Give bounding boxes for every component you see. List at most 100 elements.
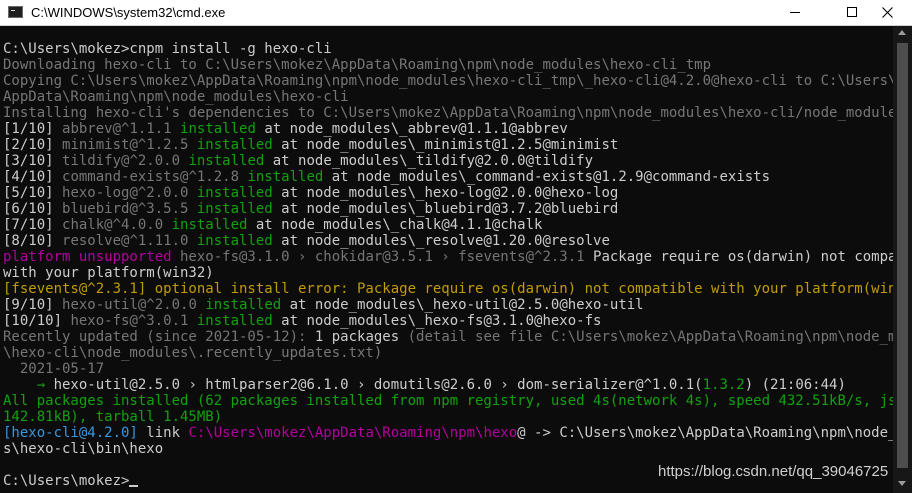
console-line: with your platform(win32): [3, 265, 893, 281]
console-text: chalk@^4.0.0: [62, 217, 172, 233]
console-text: [hexo-cli@4.2.0]: [3, 425, 138, 441]
console-text: \hexo-cli\node_modules\.recently_updates…: [3, 345, 383, 361]
console-text: minimist@^1.2.5: [62, 137, 197, 153]
console-text: installed: [196, 185, 273, 201]
console-text: at node_modules\_hexo-log@2.0.0@hexo-log: [272, 185, 619, 201]
console-text: abbrev@^1.1.1: [62, 121, 181, 137]
console-text: [fsevents@^2.3.1] optional install error…: [3, 281, 893, 297]
console-text: [3/10]: [3, 153, 63, 169]
close-button[interactable]: [866, 0, 912, 26]
console-line: platform unsupported hexo-fs@3.1.0 › cho…: [3, 249, 893, 265]
minimize-button[interactable]: [772, 0, 818, 26]
console-text: at node_modules\_hexo-fs@3.1.0@hexo-fs: [272, 313, 602, 329]
scroll-down-arrow-icon[interactable]: [898, 481, 906, 486]
console-text: installed: [196, 313, 273, 329]
console-text: 1 packages: [314, 329, 400, 345]
console-line: s\hexo-cli\bin\hexo: [3, 441, 893, 457]
console-lines: C:\Users\mokez>cnpm install -g hexo-cli D…: [3, 41, 893, 489]
console-line: [5/10] hexo-log@^2.0.0 installed at node…: [3, 185, 893, 201]
console-line: Downloading hexo-cli to C:\Users\mokez\A…: [3, 57, 893, 73]
console-text: AppData\Roaming\npm\node_modules\hexo-cl…: [3, 89, 349, 105]
console-text: at node_modules\_minimist@1.2.5@minimist: [272, 137, 619, 153]
console-text: installed: [196, 137, 273, 153]
console-text: installed: [188, 153, 265, 169]
window-title: C:\WINDOWS\system32\cmd.exe: [31, 5, 226, 20]
title-bar[interactable]: C:\WINDOWS\system32\cmd.exe: [0, 0, 912, 26]
console-text: hexo-log@^2.0.0: [62, 185, 197, 201]
console-text: [9/10]: [3, 297, 63, 313]
console-text: [10/10]: [3, 313, 71, 329]
console-line: \hexo-cli\node_modules\.recently_updates…: [3, 345, 893, 361]
console-text: Copying C:\Users\mokez\AppData\Roaming\n…: [3, 73, 893, 89]
console-text: Package require os(darwin) not compatibl…: [593, 249, 893, 265]
console-text: s\hexo-cli\bin\hexo: [3, 441, 164, 457]
console-line: [fsevents@^2.3.1] optional install error…: [3, 281, 893, 297]
console-line: → hexo-util@2.5.0 › htmlparser2@6.1.0 › …: [3, 377, 893, 393]
console-text: command-exists@^1.2.8: [62, 169, 248, 185]
console-text: [4/10]: [3, 169, 63, 185]
console-text: [2/10]: [3, 137, 63, 153]
console-text: platform unsupported: [3, 249, 172, 265]
scroll-thumb[interactable]: [897, 43, 908, 468]
console-text: at node_modules\_tildify@2.0.0@tildify: [264, 153, 594, 169]
console-text: hexo-util@2.5.0 › htmlparser2@6.1.0 › do…: [53, 377, 703, 393]
text-cursor: [129, 485, 139, 487]
console-text: installed: [180, 121, 256, 137]
console-text: at node_modules\_abbrev@1.1.1@abbrev: [255, 121, 568, 137]
console-text: C:\Users\mokez\AppData\Roaming\npm\hexo: [188, 425, 518, 441]
console-text: 1.3.2: [702, 377, 745, 393]
console-line: [7/10] chalk@^4.0.0 installed at node_mo…: [3, 217, 893, 233]
console-line: C:\Users\mokez>cnpm install -g hexo-cli: [3, 41, 893, 57]
console-text: [5/10]: [3, 185, 63, 201]
console-line: [6/10] bluebird@^3.5.5 installed at node…: [3, 201, 893, 217]
minimize-icon: [790, 12, 800, 13]
console-text: hexo-fs@^3.0.1: [70, 313, 197, 329]
console-text: installed: [247, 169, 324, 185]
console-text: C:\Users\mokez>cnpm install -g hexo-cli: [3, 41, 332, 57]
console-text: at node_modules\_command-exists@1.2.9@co…: [323, 169, 771, 185]
console-text: All packages installed (62 packages inst…: [3, 393, 893, 409]
console-text: at node_modules\_chalk@4.1.1@chalk: [247, 217, 543, 233]
console-text: [6/10]: [3, 201, 63, 217]
console-line: [hexo-cli@4.2.0] link C:\Users\mokez\App…: [3, 425, 893, 441]
console-text: installed: [196, 201, 273, 217]
console-text: (detail see file C:\Users\mokez\AppData\…: [399, 329, 893, 345]
console-text: resolve@^1.11.0: [62, 233, 197, 249]
console-line: [8/10] resolve@^1.11.0 installed at node…: [3, 233, 893, 249]
console-text: [8/10]: [3, 233, 63, 249]
console-text: Downloading hexo-cli to C:\Users\mokez\A…: [3, 57, 712, 73]
console-text: →: [36, 377, 54, 393]
console-line: 2021-05-17: [3, 361, 893, 377]
console-text: hexo-util@^2.0.0: [62, 297, 206, 313]
console-text: installed: [196, 233, 273, 249]
console-text: @ -> C:\Users\mokez\AppData\Roaming\npm\…: [517, 425, 893, 441]
console-line: [9/10] hexo-util@^2.0.0 installed at nod…: [3, 297, 893, 313]
console-text: 2021-05-17: [3, 361, 105, 377]
console-line: [2/10] minimist@^1.2.5 installed at node…: [3, 137, 893, 153]
close-icon: [882, 7, 893, 18]
console-text: [1/10]: [3, 121, 63, 137]
console-text: at node_modules\_bluebird@3.7.2@bluebird: [272, 201, 619, 217]
console-output[interactable]: C:\Users\mokez>cnpm install -g hexo-cli D…: [0, 26, 893, 493]
console-line: Installing hexo-cli's dependencies to C:…: [3, 105, 893, 121]
console-text: Recently updated (since 2021-05-12):: [3, 329, 315, 345]
console-text: 142.81kB), tarball 1.45MB): [3, 409, 223, 425]
console-text: bluebird@^3.5.5: [62, 201, 197, 217]
maximize-icon: [847, 7, 857, 17]
console-text: hexo-fs@3.1.0 › chokidar@3.5.1 › fsevent…: [171, 249, 585, 265]
console-line: AppData\Roaming\npm\node_modules\hexo-cl…: [3, 89, 893, 105]
console-line: [4/10] command-exists@^1.2.8 installed a…: [3, 169, 893, 185]
console-text: installed: [205, 297, 282, 313]
console-line: All packages installed (62 packages inst…: [3, 393, 893, 409]
scroll-up-arrow-icon[interactable]: [898, 30, 906, 35]
console-line: [1/10] abbrev@^1.1.1 installed at node_m…: [3, 121, 893, 137]
console-text: C:\Users\mokez>: [3, 473, 130, 489]
console-text: ) (21:06:44): [744, 377, 846, 393]
console-line: [10/10] hexo-fs@^3.0.1 installed at node…: [3, 313, 893, 329]
vertical-scrollbar[interactable]: [893, 26, 912, 493]
cmd-app-icon[interactable]: [8, 6, 23, 18]
console-line: Recently updated (since 2021-05-12): 1 p…: [3, 329, 893, 345]
console-text: at node_modules\_hexo-util@2.5.0@hexo-ut…: [281, 297, 644, 313]
watermark-text: https://blog.csdn.net/qq_39046725: [658, 463, 889, 480]
